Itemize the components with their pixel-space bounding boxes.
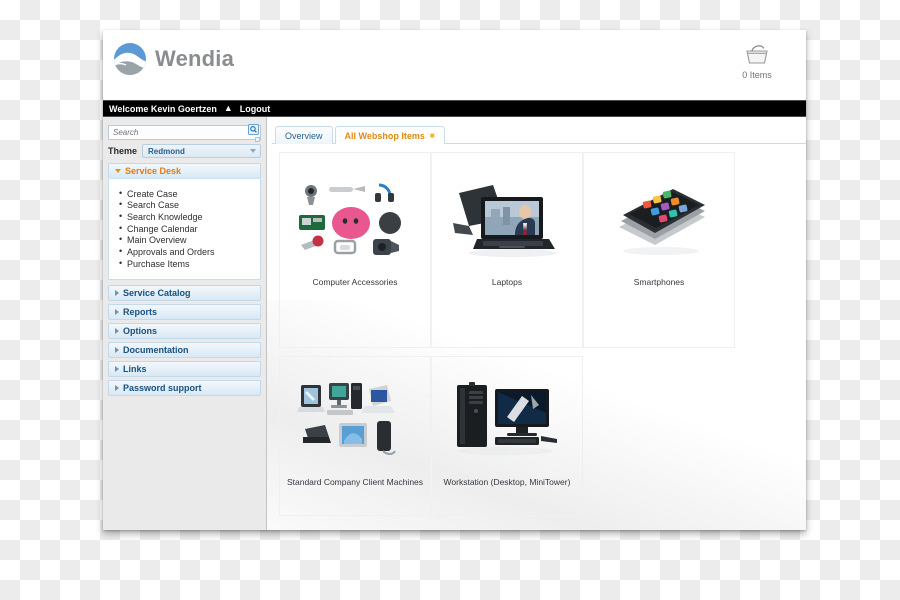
search-icon[interactable]	[248, 124, 259, 135]
sidebar-section-title: Documentation	[123, 344, 189, 355]
sidebar-link-item[interactable]: Approvals and Orders	[119, 246, 260, 258]
sidebar-section-header-options[interactable]: Options	[108, 322, 261, 339]
chevron-down-icon	[250, 149, 256, 153]
product-card[interactable]: Workstation (Desktop, MiniTower)	[431, 356, 583, 516]
sidebar-accordion: Service Desk Create CaseSearch CaseSearch…	[108, 163, 261, 396]
sidebar-link-item[interactable]: Main Overview	[119, 234, 260, 247]
product-card[interactable]: Smartphones	[583, 152, 735, 348]
sidebar-link-item[interactable]: Purchase Items	[119, 258, 260, 270]
sidebar-section-header-service-catalog[interactable]: Service Catalog	[108, 284, 261, 301]
shopping-cart-widget[interactable]: 0 Items	[726, 42, 788, 80]
theme-row: Theme Redmond	[108, 144, 261, 158]
main-content: Overview All Webshop Items ■ Computer Ac…	[267, 117, 806, 530]
triangle-right-icon	[115, 327, 119, 334]
client-machines-image	[295, 379, 415, 463]
wendia-wave-logo-icon	[114, 43, 146, 75]
search-row	[108, 122, 261, 142]
tab-label: All Webshop Items	[344, 130, 425, 141]
sidebar: Theme Redmond Service DeskCreate CaseSea…	[103, 117, 267, 530]
sidebar-section-title: Service Catalog	[123, 287, 191, 298]
sidebar-section-header-password-support[interactable]: Password support	[108, 379, 261, 396]
product-label: Standard Company Client Machines	[286, 477, 424, 487]
close-icon[interactable]: ■	[430, 131, 435, 140]
triangle-right-icon	[115, 289, 119, 296]
sidebar-section-header-reports[interactable]: Reports	[108, 303, 261, 320]
smartphones-image	[599, 179, 719, 263]
sidebar-section-header-links[interactable]: Links	[108, 360, 261, 377]
product-card[interactable]: Laptops	[431, 152, 583, 348]
caret-up-icon[interactable]: ▲	[224, 104, 233, 113]
sidebar-link-item[interactable]: Create Case	[119, 188, 260, 200]
sidebar-section-header-documentation[interactable]: Documentation	[108, 341, 261, 358]
product-label: Computer Accessories	[312, 277, 398, 287]
workstation-image	[447, 379, 567, 463]
brand-logo-area: Wendia	[113, 42, 234, 76]
sidebar-link-item[interactable]: Search Knowledge	[119, 211, 260, 223]
sidebar-section-title: Options	[123, 325, 157, 336]
tab-bar: Overview All Webshop Items ■	[272, 124, 806, 144]
triangle-right-icon	[115, 384, 119, 391]
search-input[interactable]	[108, 125, 261, 140]
sidebar-section-header-service-desk[interactable]: Service Desk	[108, 163, 261, 179]
sidebar-section-title: Links	[123, 363, 147, 374]
theme-selected-value: Redmond	[148, 146, 185, 156]
tab-all-webshop-items[interactable]: All Webshop Items ■	[334, 126, 445, 144]
shopping-basket-icon[interactable]	[744, 42, 770, 66]
triangle-right-icon	[115, 346, 119, 353]
product-label: Smartphones	[633, 277, 685, 287]
laptop-image	[447, 179, 567, 263]
welcome-greeting: Welcome Kevin Goertzen	[109, 103, 217, 114]
sidebar-section-title: Reports	[123, 306, 158, 317]
sidebar-section-panel: Create CaseSearch CaseSearch KnowledgeCh…	[108, 179, 261, 280]
theme-label: Theme	[108, 146, 138, 156]
triangle-right-icon	[115, 308, 119, 315]
theme-select[interactable]: Redmond	[142, 144, 261, 158]
product-label: Laptops	[491, 277, 523, 287]
sidebar-link-item[interactable]: Search Case	[119, 199, 260, 212]
product-row: Computer Accessories Laptops Smartphones	[279, 152, 798, 348]
product-card[interactable]: Standard Company Client Machines	[279, 356, 431, 516]
product-label: Workstation (Desktop, MiniTower)	[443, 477, 571, 487]
triangle-down-icon	[115, 169, 121, 173]
welcome-bar: Welcome Kevin Goertzen ▲ Logout	[103, 100, 806, 117]
product-row: Standard Company Client Machines Worksta…	[279, 356, 798, 516]
body-split: Theme Redmond Service DeskCreate CaseSea…	[103, 117, 806, 530]
logout-link[interactable]: Logout	[240, 104, 271, 114]
product-grid: Computer Accessories Laptops Smartphones…	[279, 152, 798, 516]
brand-name: Wendia	[155, 46, 235, 71]
sidebar-link-list: Create CaseSearch CaseSearch KnowledgeCh…	[109, 188, 260, 270]
sidebar-link-item[interactable]: Change Calendar	[119, 223, 260, 235]
product-card[interactable]: Computer Accessories	[279, 152, 431, 348]
computer-accessories-image	[295, 179, 415, 263]
search-resize-handle[interactable]	[255, 137, 260, 142]
sidebar-section-title: Password support	[123, 382, 202, 393]
tab-label: Overview	[285, 130, 323, 141]
application-window: Wendia 0 Items Welcome Kevin Goertzen ▲ …	[103, 30, 806, 530]
header-bar: Wendia 0 Items	[103, 30, 806, 100]
tab-overview[interactable]: Overview	[275, 126, 333, 144]
sidebar-section-title: Service Desk	[125, 166, 182, 176]
cart-item-count: 0 Items	[742, 70, 772, 80]
triangle-right-icon	[115, 365, 119, 372]
